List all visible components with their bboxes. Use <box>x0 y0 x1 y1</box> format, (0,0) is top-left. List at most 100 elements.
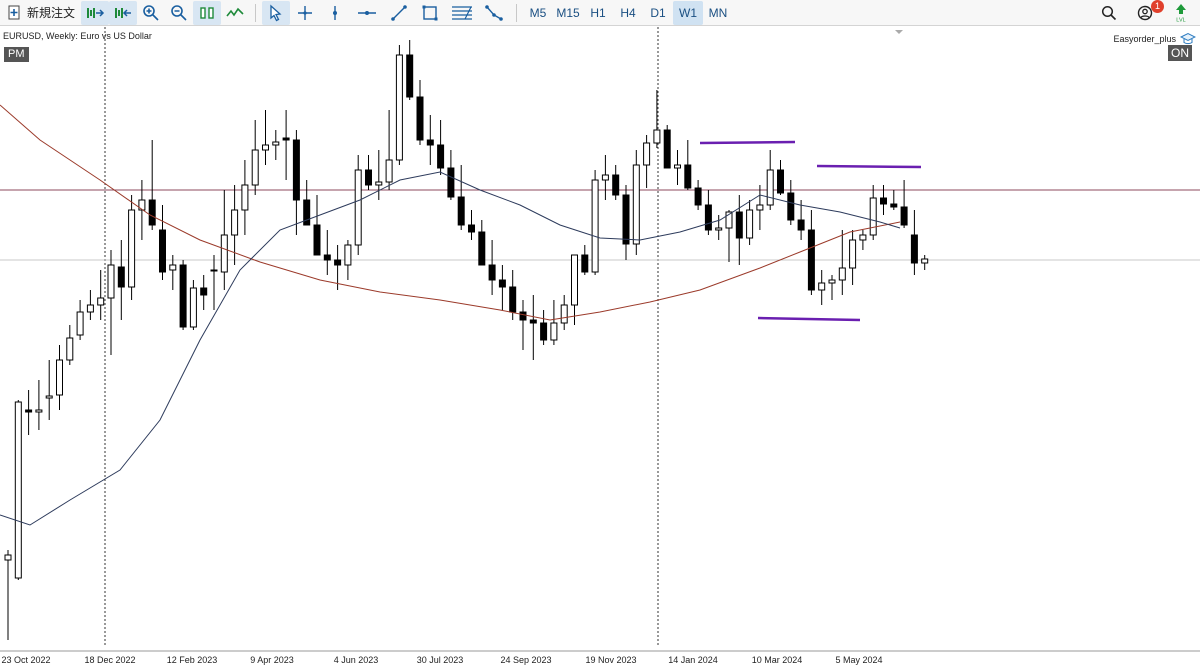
bullish-candle <box>251 149 259 186</box>
bearish-candle <box>148 199 156 226</box>
bullish-candle <box>571 254 578 306</box>
bearish-candle <box>323 254 331 261</box>
bullish-candle <box>344 244 352 266</box>
candlestick-button[interactable] <box>193 0 222 25</box>
time-axis-label: 12 Feb 2023 <box>167 655 218 665</box>
bearish-candle <box>416 96 424 141</box>
bullish-candle <box>859 234 867 241</box>
line-chart-button[interactable] <box>221 1 249 25</box>
time-axis-label: 5 May 2024 <box>835 655 882 665</box>
zoom-in-button[interactable] <box>137 1 165 25</box>
bearish-candle <box>468 224 475 233</box>
fibonacci-tool-button[interactable] <box>446 1 478 25</box>
bearish-candle <box>478 231 486 266</box>
rectangle-tool-button[interactable] <box>414 1 446 25</box>
chart-shift-icon <box>115 7 132 18</box>
crosshair-tool-button[interactable] <box>290 1 320 25</box>
bearish-candle <box>25 409 33 413</box>
bullish-candle <box>715 227 723 231</box>
bearish-candle <box>117 266 125 288</box>
timeframe-m5-button[interactable]: M5 <box>523 1 553 25</box>
bullish-candle <box>746 209 754 239</box>
timeframe-d1-button[interactable]: D1 <box>643 1 673 25</box>
bullish-candle <box>14 401 22 579</box>
bearish-candle <box>797 219 805 231</box>
symbol-title: EURUSD, Weekly: Euro vs US Dollar <box>3 31 152 41</box>
horizontal-line-icon <box>358 10 377 15</box>
bearish-candle <box>581 254 589 273</box>
trendline-icon <box>391 4 407 21</box>
time-axis-label: 18 Dec 2022 <box>84 655 135 665</box>
notification-badge: 1 <box>1151 0 1164 13</box>
bearish-candle <box>540 322 548 341</box>
bullish-candle <box>818 282 826 291</box>
timeframe-mn-button[interactable]: MN <box>703 1 733 25</box>
drawn-trendline <box>757 316 861 322</box>
time-axis-label: 19 Nov 2023 <box>585 655 636 665</box>
bullish-candle <box>375 181 383 186</box>
bullish-candle <box>138 199 146 211</box>
bearish-candle <box>777 169 784 194</box>
zoom-out-button[interactable] <box>165 1 193 25</box>
bearish-candle <box>787 192 795 221</box>
bearish-candle <box>622 194 630 245</box>
bearish-candle <box>210 269 218 272</box>
notifications-button[interactable]: 1 <box>1132 0 1164 25</box>
shapes-tool-button[interactable] <box>478 1 510 25</box>
bullish-candle <box>653 129 661 144</box>
bullish-candle <box>601 174 609 181</box>
timeframe-h1-button[interactable]: H1 <box>583 1 613 25</box>
bearish-candle <box>807 229 815 291</box>
bearish-candle <box>447 167 455 198</box>
bullish-candle <box>56 359 63 396</box>
time-axis-label: 23 Oct 2022 <box>1 655 50 665</box>
chart-canvas[interactable]: 23 Oct 2022 18 Dec 2022 12 Feb 2023 9 Apr 2… <box>0 27 1200 670</box>
level-up-icon: LVL <box>1176 4 1186 23</box>
toolbar-separator <box>255 3 257 22</box>
bullish-candle <box>395 54 403 161</box>
bullish-candle <box>674 164 681 169</box>
bullish-candle <box>560 304 568 324</box>
search-button[interactable] <box>1096 1 1122 25</box>
bearish-candle <box>365 169 372 186</box>
bearish-candle <box>437 144 445 169</box>
horizontal-line-tool-button[interactable] <box>350 1 384 25</box>
chart-shift-button[interactable] <box>109 0 138 25</box>
level-button[interactable]: LVL <box>1168 1 1194 25</box>
bearish-candle <box>509 286 517 313</box>
time-axis-label: 9 Apr 2023 <box>250 655 294 665</box>
ea-status-badge: ON <box>1168 45 1192 61</box>
bullish-candle <box>220 234 228 273</box>
bullish-candle <box>128 209 136 288</box>
zoom-in-icon <box>143 4 159 21</box>
bearish-candle <box>880 197 887 205</box>
timeframe-w1-button[interactable]: W1 <box>673 0 704 25</box>
bullish-candle <box>838 267 846 281</box>
fibonacci-icon <box>452 5 473 20</box>
toolbar-right: 1 LVL <box>1096 0 1194 26</box>
timeframe-h4-button[interactable]: H4 <box>613 1 643 25</box>
price-chart[interactable]: 23 Oct 2022 18 Dec 2022 12 Feb 2023 9 Apr 2… <box>0 27 1200 670</box>
bullish-candle <box>86 304 94 313</box>
bullish-candle <box>35 409 43 413</box>
cursor-tool-button[interactable] <box>262 0 291 25</box>
time-axis-label: 10 Mar 2024 <box>752 655 803 665</box>
bearish-candle <box>684 164 692 189</box>
bearish-candle <box>159 229 166 273</box>
timeframe-m15-button[interactable]: M15 <box>553 1 583 25</box>
bearish-candle <box>488 264 496 281</box>
trendline-tool-button[interactable] <box>384 1 414 25</box>
bullish-candle <box>45 395 53 399</box>
vertical-line-tool-button[interactable] <box>320 1 350 25</box>
auto-scroll-button[interactable] <box>81 0 110 25</box>
bearish-candle <box>292 139 300 201</box>
bullish-candle <box>241 184 249 211</box>
rectangle-icon <box>422 5 438 20</box>
expert-advisor-icon <box>1180 32 1196 45</box>
bullish-candle <box>550 322 558 341</box>
bullish-candle <box>97 297 105 306</box>
bearish-candle <box>910 234 918 264</box>
new-order-button[interactable]: 新規注文 <box>0 1 81 25</box>
bearish-candle <box>735 211 743 239</box>
bearish-candle <box>612 174 620 196</box>
